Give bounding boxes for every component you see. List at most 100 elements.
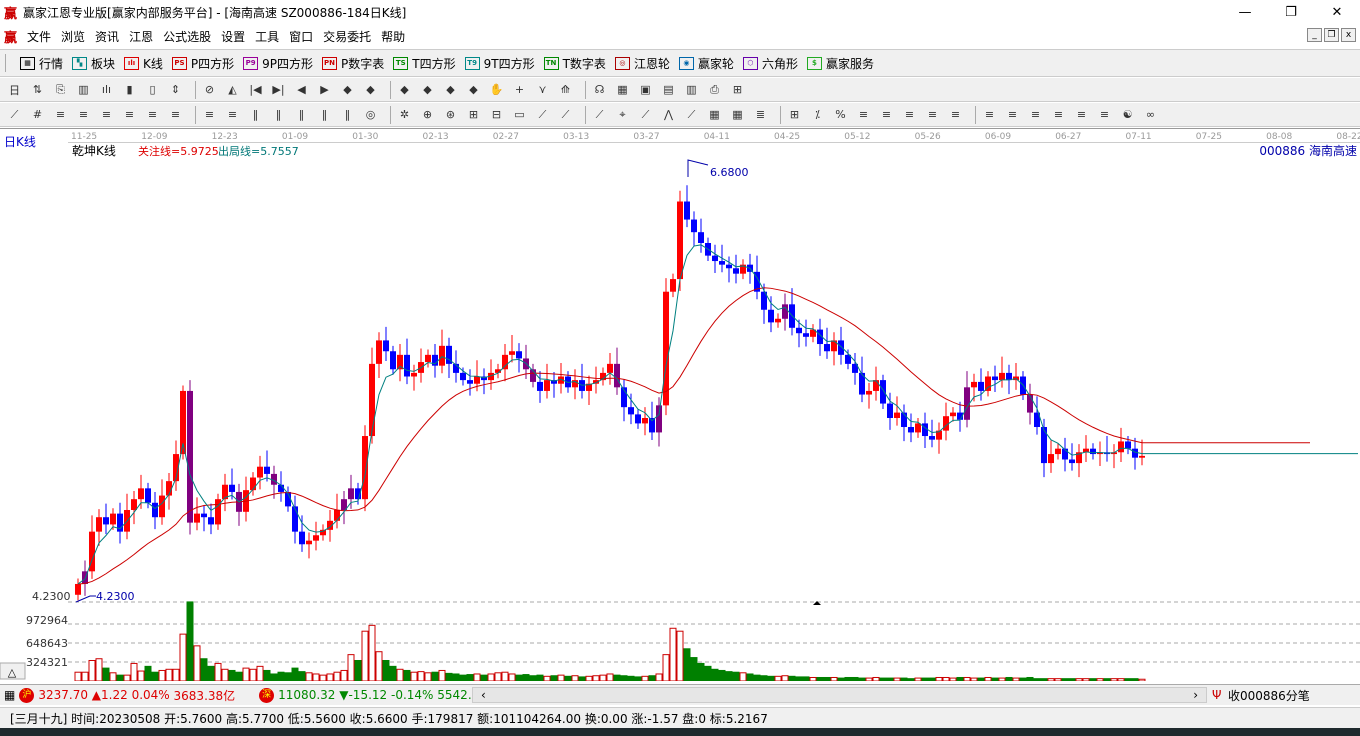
toolbar2-tool-icon[interactable]: ▦: [614, 81, 631, 98]
collapse-button[interactable]: △: [0, 662, 26, 680]
menu-item-6[interactable]: 工具: [255, 28, 279, 45]
toolbar2-tool-icon[interactable]: |◀: [247, 81, 264, 98]
scroll-right-button[interactable]: ›: [1193, 688, 1198, 702]
toolbar-button-2[interactable]: ılı K线: [124, 55, 163, 72]
toolbar2-tool-icon[interactable]: ⊘: [201, 81, 218, 98]
toolbar3-tool-icon[interactable]: ≡: [224, 106, 241, 123]
toolbar3-tool-icon[interactable]: ☯: [1119, 106, 1136, 123]
toolbar3-tool-icon[interactable]: ⊞: [786, 106, 803, 123]
toolbar2-tool-icon[interactable]: ⇕: [167, 81, 184, 98]
toolbar3-tool-icon[interactable]: ≡: [947, 106, 964, 123]
toolbar3-tool-icon[interactable]: ⌖: [614, 106, 631, 123]
mdi-close-button[interactable]: x: [1341, 28, 1356, 42]
toolbar3-tool-icon[interactable]: ≡: [1050, 106, 1067, 123]
quote-table-icon[interactable]: ▦: [4, 688, 15, 702]
close-button[interactable]: ✕: [1314, 0, 1360, 24]
toolbar2-tool-icon[interactable]: ⟰: [557, 81, 574, 98]
toolbar3-tool-icon[interactable]: ⋀: [660, 106, 677, 123]
restore-button[interactable]: ❐: [1268, 0, 1314, 24]
toolbar3-tool-icon[interactable]: ‖: [247, 106, 264, 123]
toolbar3-tool-icon[interactable]: ≡: [98, 106, 115, 123]
menu-item-7[interactable]: 窗口: [289, 28, 313, 45]
toolbar-button-10[interactable]: ◉ 赢家轮: [678, 55, 734, 72]
toolbar2-tool-icon[interactable]: ◆: [465, 81, 482, 98]
toolbar3-tool-icon[interactable]: ‖: [339, 106, 356, 123]
menu-item-5[interactable]: 设置: [221, 28, 245, 45]
toolbar3-tool-icon[interactable]: ≡: [901, 106, 918, 123]
toolbar3-tool-icon[interactable]: ≡: [1004, 106, 1021, 123]
toolbar3-tool-icon[interactable]: ≡: [855, 106, 872, 123]
toolbar3-tool-icon[interactable]: ◎: [362, 106, 379, 123]
toolbar-button-8[interactable]: TN T数字表: [543, 55, 606, 72]
toolbar-button-3[interactable]: PS P四方形: [171, 55, 234, 72]
toolbar2-tool-icon[interactable]: ◆: [419, 81, 436, 98]
toolbar3-tool-icon[interactable]: ≡: [167, 106, 184, 123]
toolbar3-tool-icon[interactable]: ≡: [1027, 106, 1044, 123]
toolbar-button-0[interactable]: ▦ 行情: [20, 55, 63, 72]
toolbar3-tool-icon[interactable]: ✲: [396, 106, 413, 123]
toolbar3-tool-icon[interactable]: ⟋: [591, 106, 608, 123]
toolbar2-tool-icon[interactable]: ▯: [144, 81, 161, 98]
toolbar-button-12[interactable]: $ 赢家服务: [806, 55, 874, 72]
toolbar2-tool-icon[interactable]: ▶|: [270, 81, 287, 98]
toolbar3-tool-icon[interactable]: ⁒: [809, 106, 826, 123]
toolbar2-tool-icon[interactable]: ◆: [442, 81, 459, 98]
tick-feed-label[interactable]: 收000886分笔: [1228, 687, 1310, 704]
toolbar2-tool-icon[interactable]: ⎙: [706, 81, 723, 98]
toolbar2-tool-icon[interactable]: ▥: [683, 81, 700, 98]
toolbar3-tool-icon[interactable]: ⟋: [557, 106, 574, 123]
toolbar2-tool-icon[interactable]: ⊞: [729, 81, 746, 98]
toolbar3-tool-icon[interactable]: ▦: [706, 106, 723, 123]
toolbar3-tool-icon[interactable]: ≡: [52, 106, 69, 123]
toolbar-button-7[interactable]: T9 9T四方形: [464, 55, 535, 72]
toolbar3-tool-icon[interactable]: #: [29, 106, 46, 123]
toolbar3-tool-icon[interactable]: ≡: [878, 106, 895, 123]
toolbar3-tool-icon[interactable]: ≡: [121, 106, 138, 123]
toolbar2-tool-icon[interactable]: ◆: [362, 81, 379, 98]
ticker-scrollbar[interactable]: ‹ ›: [472, 687, 1207, 703]
toolbar2-tool-icon[interactable]: ☊: [591, 81, 608, 98]
kline-chart[interactable]: 11-25 12-09 12-23 01-09 01-30 02-13 02-27 03-13…: [0, 128, 1360, 681]
mdi-minimize-button[interactable]: _: [1307, 28, 1322, 42]
menu-item-2[interactable]: 资讯: [95, 28, 119, 45]
menu-item-9[interactable]: 帮助: [381, 28, 405, 45]
toolbar2-tool-icon[interactable]: +: [511, 81, 528, 98]
toolbar2-tool-icon[interactable]: ⇅: [29, 81, 46, 98]
toolbar2-tool-icon[interactable]: ◆: [396, 81, 413, 98]
toolbar2-tool-icon[interactable]: ◀: [293, 81, 310, 98]
toolbar3-tool-icon[interactable]: ⟋: [637, 106, 654, 123]
toolbar2-tool-icon[interactable]: ılı: [98, 81, 115, 98]
mdi-restore-button[interactable]: ❐: [1324, 28, 1339, 42]
toolbar2-tool-icon[interactable]: ◆: [339, 81, 356, 98]
toolbar3-tool-icon[interactable]: ≡: [75, 106, 92, 123]
scroll-left-button[interactable]: ‹: [481, 688, 486, 702]
toolbar3-tool-icon[interactable]: ≡: [201, 106, 218, 123]
toolbar3-tool-icon[interactable]: ‖: [270, 106, 287, 123]
toolbar-button-1[interactable]: ▚ 板块: [72, 55, 115, 72]
toolbar3-tool-icon[interactable]: ⊞: [465, 106, 482, 123]
toolbar3-tool-icon[interactable]: ⟋: [683, 106, 700, 123]
toolbar-button-11[interactable]: ⬡ 六角形: [742, 55, 798, 72]
toolbar3-tool-icon[interactable]: ≡: [924, 106, 941, 123]
toolbar-button-5[interactable]: PN P数字表: [322, 55, 384, 72]
toolbar2-tool-icon[interactable]: ⎘: [52, 81, 69, 98]
toolbar3-tool-icon[interactable]: ⟋: [534, 106, 551, 123]
toolbar3-tool-icon[interactable]: %: [832, 106, 849, 123]
toolbar3-tool-icon[interactable]: ‖: [293, 106, 310, 123]
toolbar3-tool-icon[interactable]: ⊛: [442, 106, 459, 123]
toolbar3-tool-icon[interactable]: ‖: [316, 106, 333, 123]
toolbar2-tool-icon[interactable]: ▮: [121, 81, 138, 98]
menu-item-3[interactable]: 江恩: [129, 28, 153, 45]
toolbar3-tool-icon[interactable]: ≡: [981, 106, 998, 123]
toolbar3-tool-icon[interactable]: ∞: [1142, 106, 1159, 123]
toolbar2-tool-icon[interactable]: ▤: [660, 81, 677, 98]
toolbar3-tool-icon[interactable]: ▭: [511, 106, 528, 123]
toolbar2-tool-icon[interactable]: 日: [6, 81, 23, 98]
menu-item-8[interactable]: 交易委托: [323, 28, 371, 45]
toolbar3-tool-icon[interactable]: ≡: [1096, 106, 1113, 123]
menu-item-1[interactable]: 浏览: [61, 28, 85, 45]
toolbar-button-6[interactable]: TS T四方形: [393, 55, 456, 72]
menu-item-4[interactable]: 公式选股: [163, 28, 211, 45]
toolbar3-tool-icon[interactable]: ≣: [752, 106, 769, 123]
toolbar3-tool-icon[interactable]: ▦: [729, 106, 746, 123]
